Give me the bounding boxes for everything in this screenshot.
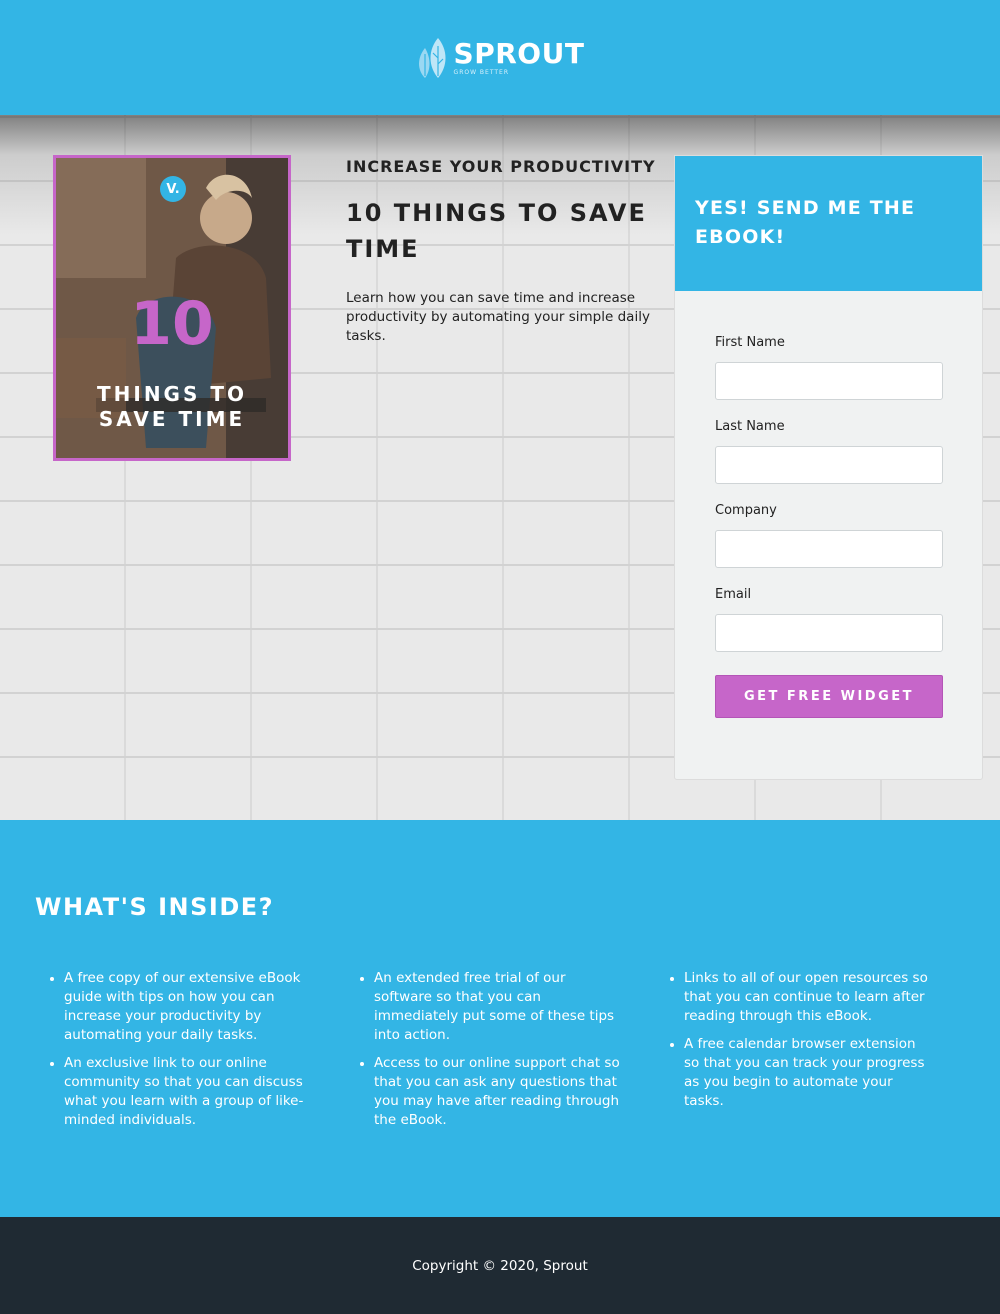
first-name-label: First Name	[715, 335, 785, 350]
ebook-cover: V. 10 THINGS TO SAVE TIME	[53, 155, 291, 461]
company-input[interactable]	[715, 530, 943, 568]
logo-tagline: GROW BETTER	[453, 68, 510, 76]
inside-list-2: An extended free trial of our software s…	[360, 969, 625, 1130]
last-name-input[interactable]	[715, 446, 943, 484]
cover-subtitle-line2: SAVE TIME	[98, 407, 246, 431]
form-header: YES! SEND ME THE EBOOK!	[675, 156, 982, 291]
company-field-group: Company	[715, 503, 943, 568]
last-name-field-group: Last Name	[715, 419, 943, 484]
cover-number: 10	[130, 289, 214, 359]
sprout-logo[interactable]: SPROUT GROW BETTER	[416, 36, 585, 80]
hero-description: Learn how you can save time and increase…	[346, 290, 650, 344]
logo-name: SPROUT	[453, 36, 585, 70]
inside-column-2: An extended free trial of our software s…	[345, 969, 655, 1139]
first-name-field-group: First Name	[715, 335, 943, 400]
inside-list-1: A free copy of our extensive eBook guide…	[50, 969, 315, 1130]
inside-column-1: A free copy of our extensive eBook guide…	[35, 969, 345, 1139]
list-item: Access to our online support chat so tha…	[360, 1054, 625, 1130]
leaf-icon	[418, 37, 446, 78]
site-header: SPROUT GROW BETTER	[0, 0, 1000, 115]
last-name-label: Last Name	[715, 419, 785, 434]
cover-subtitle-line1: THINGS TO	[97, 382, 247, 406]
hero-headline: 10 THINGS TO SAVE TIME	[346, 199, 647, 263]
hero-section: V. 10 THINGS TO SAVE TIME INCREASE YOUR …	[0, 115, 1000, 820]
inside-list-3: Links to all of our open resources so th…	[670, 969, 935, 1111]
ebook-signup-form: YES! SEND ME THE EBOOK! First Name Last …	[674, 155, 983, 780]
cover-badge: V.	[160, 176, 186, 202]
inside-column-3: Links to all of our open resources so th…	[655, 969, 965, 1139]
list-item: Links to all of our open resources so th…	[670, 969, 935, 1026]
list-item: A free copy of our extensive eBook guide…	[50, 969, 315, 1045]
first-name-input[interactable]	[715, 362, 943, 400]
hero-copy: INCREASE YOUR PRODUCTIVITY 10 THINGS TO …	[346, 157, 658, 346]
list-item: A free calendar browser extension so tha…	[670, 1035, 935, 1111]
whats-inside-title: WHAT'S INSIDE?	[35, 893, 275, 921]
email-label: Email	[715, 587, 752, 602]
cover-subtitle: THINGS TO SAVE TIME	[56, 382, 288, 432]
form-title: YES! SEND ME THE EBOOK!	[695, 197, 916, 248]
hero-content: V. 10 THINGS TO SAVE TIME INCREASE YOUR …	[0, 115, 674, 820]
copyright-text: Copyright © 2020, Sprout	[412, 1257, 588, 1274]
company-label: Company	[715, 503, 777, 518]
email-field-group: Email	[715, 587, 943, 652]
hero-eyebrow: INCREASE YOUR PRODUCTIVITY	[346, 157, 656, 176]
get-free-widget-button[interactable]: GET FREE WIDGET	[715, 675, 943, 718]
list-item: An extended free trial of our software s…	[360, 969, 625, 1045]
whats-inside-columns: A free copy of our extensive eBook guide…	[35, 969, 965, 1139]
site-footer: Copyright © 2020, Sprout	[0, 1217, 1000, 1314]
email-input[interactable]	[715, 614, 943, 652]
list-item: An exclusive link to our online communit…	[50, 1054, 315, 1130]
form-body: First Name Last Name Company Email GET F…	[675, 291, 982, 718]
whats-inside-section: WHAT'S INSIDE? A free copy of our extens…	[0, 820, 1000, 1217]
